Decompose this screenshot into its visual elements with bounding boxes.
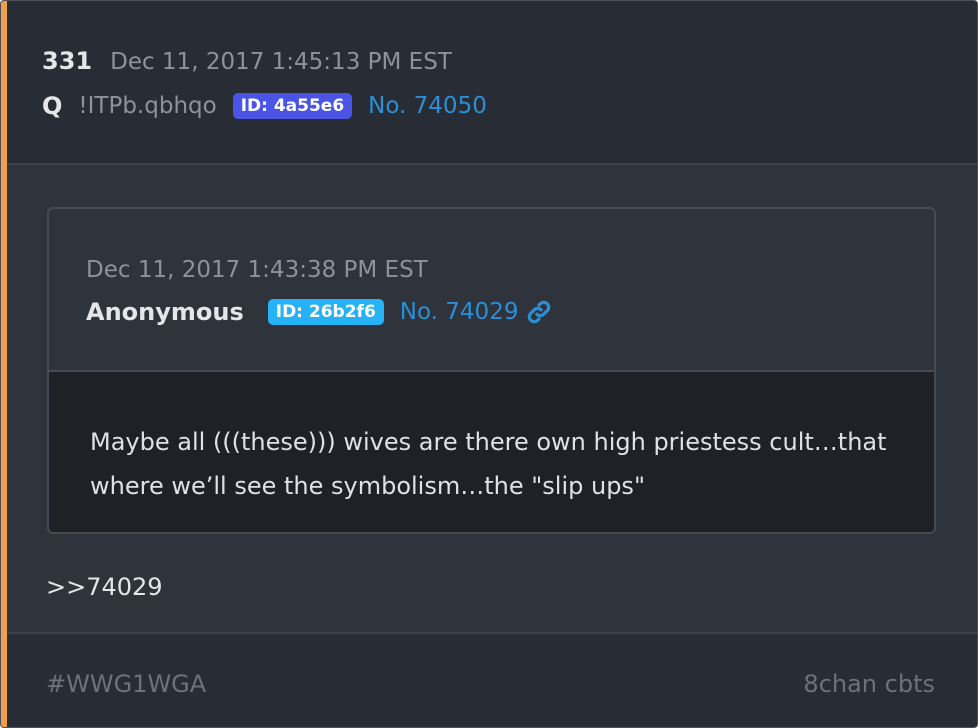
reply-reference[interactable]: >>74029: [46, 573, 163, 601]
quoted-post-body: Maybe all (((these))) wives are there ow…: [49, 372, 934, 532]
post-meta-row: 331 Dec 11, 2017 1:45:13 PM EST: [42, 47, 452, 75]
post-number-link[interactable]: No. 74050: [368, 93, 487, 119]
post-author: Q: [42, 92, 63, 120]
link-icon[interactable]: [526, 299, 552, 325]
post-number: 331: [42, 47, 93, 75]
post-header: 331 Dec 11, 2017 1:45:13 PM EST Q !ITPb.…: [7, 1, 977, 165]
post-source: 8chan cbts: [803, 670, 935, 698]
quoted-author-row: Anonymous ID: 26b2f6 No. 74029: [86, 298, 552, 326]
quoted-post-text: Maybe all (((these))) wives are there ow…: [90, 428, 887, 500]
quoted-post: Dec 11, 2017 1:43:38 PM EST Anonymous ID…: [47, 207, 936, 534]
quoted-post-date: Dec 11, 2017 1:43:38 PM EST: [86, 257, 428, 283]
post-id-badge[interactable]: ID: 4a55e6: [232, 93, 353, 119]
quoted-post-header: Dec 11, 2017 1:43:38 PM EST Anonymous ID…: [49, 209, 934, 372]
hashtag: #WWG1WGA: [46, 670, 207, 698]
post-date: Dec 11, 2017 1:45:13 PM EST: [110, 49, 452, 75]
post-footer: #WWG1WGA 8chan cbts: [7, 632, 977, 727]
quoted-post-number-link[interactable]: No. 74029: [400, 299, 519, 325]
post-author-row: Q !ITPb.qbhqo ID: 4a55e6 No. 74050: [42, 92, 487, 120]
post-card: 331 Dec 11, 2017 1:45:13 PM EST Q !ITPb.…: [0, 0, 978, 728]
post-tripcode: !ITPb.qbhqo: [78, 93, 217, 119]
quoted-id-badge[interactable]: ID: 26b2f6: [267, 299, 384, 325]
quoted-post-author: Anonymous: [86, 298, 244, 326]
